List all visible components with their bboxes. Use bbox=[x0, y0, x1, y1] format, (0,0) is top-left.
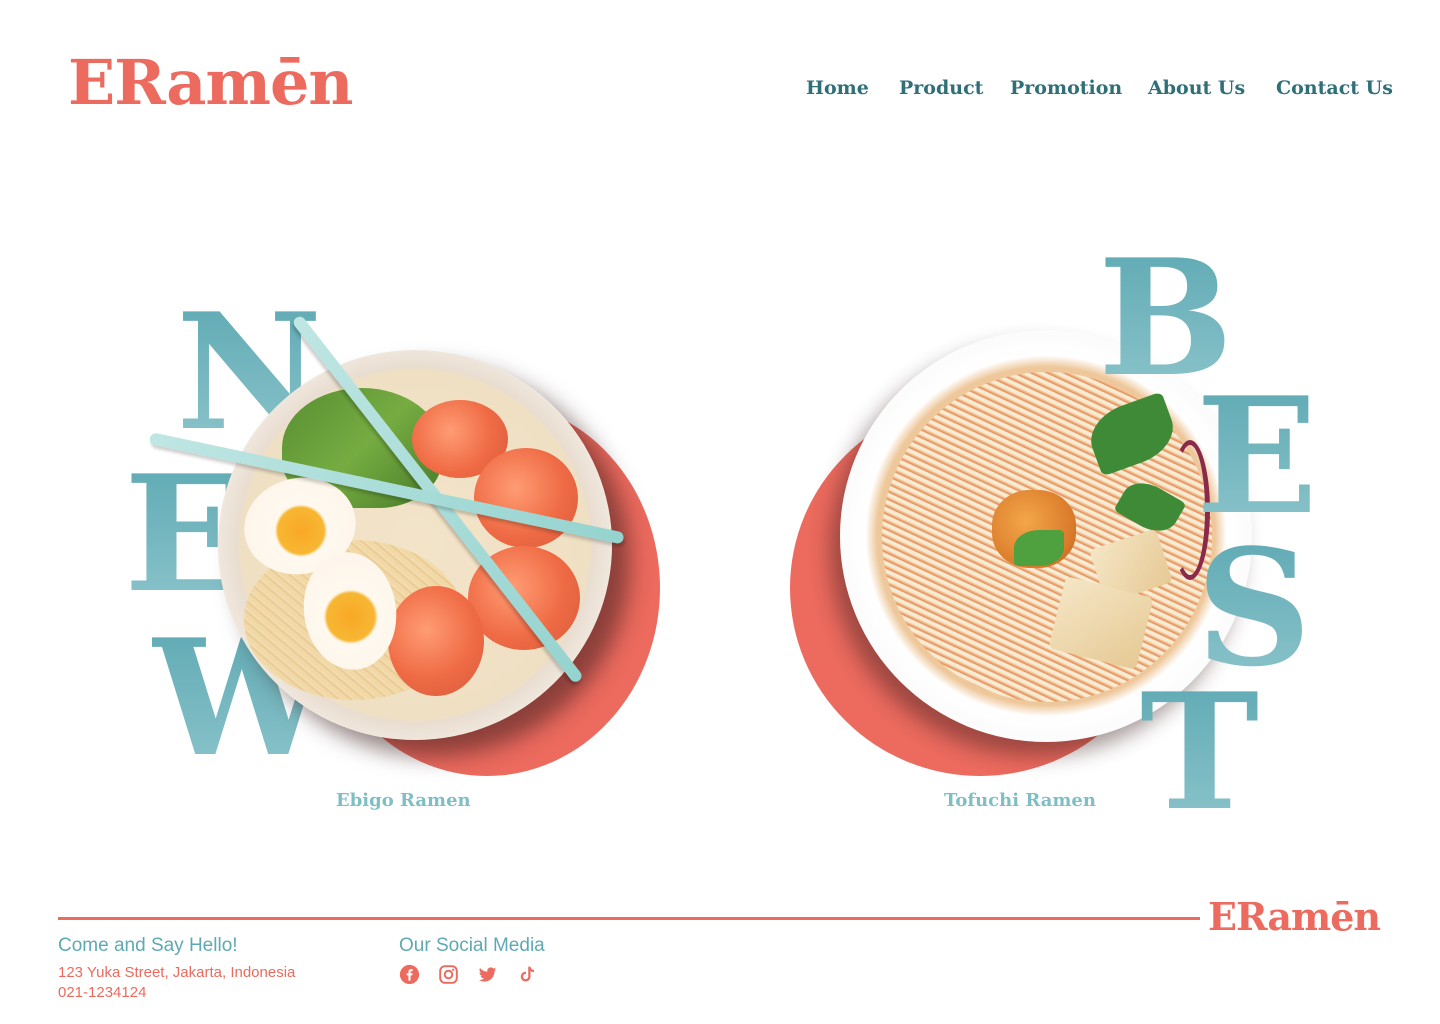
tiktok-icon[interactable] bbox=[516, 964, 537, 985]
contact-heading: Come and Say Hello! bbox=[58, 935, 238, 956]
nav-item-label: Home bbox=[806, 77, 869, 99]
herb-leaf bbox=[1014, 530, 1064, 566]
footer-logo[interactable]: ERamēn bbox=[1208, 898, 1381, 936]
footer-social: Our Social Media bbox=[399, 934, 545, 985]
instagram-icon[interactable] bbox=[438, 964, 459, 985]
social-icon-list bbox=[399, 964, 545, 985]
nav-item-about-us[interactable]: About Us bbox=[1148, 74, 1245, 102]
shrimp bbox=[474, 448, 578, 548]
social-heading: Our Social Media bbox=[399, 935, 545, 956]
nav-item-contact-us[interactable]: Contact Us bbox=[1276, 74, 1393, 102]
twitter-icon[interactable] bbox=[477, 964, 498, 985]
facebook-icon[interactable] bbox=[399, 964, 420, 985]
product-caption-ebigo[interactable]: Ebigo Ramen bbox=[336, 790, 471, 811]
footer-contact: Come and Say Hello! 123 Yuka Street, Jak… bbox=[58, 934, 295, 1003]
best-letter: E bbox=[1196, 362, 1318, 550]
nav-item-promotion[interactable]: Promotion bbox=[1010, 74, 1122, 102]
footer-divider bbox=[58, 917, 1200, 920]
contact-phone: 021-1234124 bbox=[58, 984, 147, 1001]
shrimp bbox=[388, 586, 484, 696]
product-caption-tofuchi[interactable]: Tofuchi Ramen bbox=[944, 790, 1096, 811]
best-letter: T bbox=[1140, 658, 1260, 846]
main-navigation: Home Product Promotion About Us Contact … bbox=[0, 74, 1440, 104]
contact-address: 123 Yuka Street, Jakarta, Indonesia bbox=[58, 964, 296, 981]
nav-item-product[interactable]: Product bbox=[899, 74, 983, 102]
nav-item-home[interactable]: Home bbox=[806, 74, 869, 102]
